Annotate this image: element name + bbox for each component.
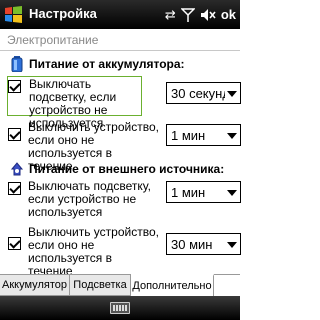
group-battery-heading: Питание от аккумулятора:	[10, 56, 185, 72]
battery-backlight-label[interactable]: Выключать подсветку, если устройство не …	[7, 76, 142, 130]
tab-battery[interactable]: Аккумулятор	[0, 275, 70, 296]
bottom-bar	[0, 296, 240, 320]
external-backlight-label[interactable]: Выключать подсветку, если устройство не …	[26, 179, 161, 219]
volume-off-icon[interactable]	[200, 8, 216, 22]
external-backlight-checkbox[interactable]	[8, 182, 21, 195]
chevron-down-icon	[227, 190, 237, 196]
battery-shutdown-dropdown[interactable]: 1 мин	[166, 124, 241, 146]
chevron-down-icon	[227, 133, 237, 139]
power-plug-icon	[10, 162, 24, 176]
settings-content: Питание от аккумулятора: Выключать подсв…	[0, 51, 241, 278]
ok-button[interactable]: ok	[221, 7, 236, 22]
battery-backlight-row: Выключать подсветку, если устройство не …	[6, 76, 241, 130]
title-bar: Настройка ⇄ ok	[0, 0, 240, 29]
group-external-heading: Питание от внешнего источника:	[10, 161, 224, 177]
external-backlight-value: 1 мин	[171, 185, 206, 200]
group-battery-title: Питание от аккумулятора:	[29, 57, 185, 71]
battery-shutdown-value: 1 мин	[171, 128, 206, 143]
battery-shutdown-label[interactable]: Выключить устройство, если оно не исполь…	[26, 120, 161, 173]
group-external-title: Питание от внешнего источника:	[29, 162, 225, 176]
external-shutdown-dropdown[interactable]: 30 мин	[166, 233, 241, 255]
page-header: Электропитание	[0, 29, 240, 51]
page-title: Электропитание	[7, 33, 99, 47]
tab-advanced[interactable]: Дополнительно	[131, 274, 214, 296]
status-icons: ⇄ ok	[165, 4, 236, 25]
battery-shutdown-checkbox[interactable]	[8, 128, 21, 141]
external-shutdown-row: Выключить устройство, если оно не исполь…	[6, 225, 241, 278]
external-shutdown-label[interactable]: Выключить устройство, если оно не исполь…	[26, 225, 161, 278]
tab-backlight[interactable]: Подсветка	[70, 275, 131, 296]
signal-icon[interactable]	[180, 7, 195, 23]
battery-icon	[11, 56, 23, 72]
battery-backlight-dropdown[interactable]: 30 секунд	[166, 82, 241, 104]
external-backlight-row: Выключать подсветку, если устройство не …	[6, 179, 241, 219]
window-title: Настройка	[29, 6, 97, 21]
battery-shutdown-row: Выключить устройство, если оно не исполь…	[6, 120, 241, 173]
chevron-down-icon	[227, 242, 237, 248]
chevron-down-icon	[227, 91, 237, 97]
connectivity-icon[interactable]: ⇄	[165, 8, 176, 21]
external-shutdown-checkbox[interactable]	[8, 237, 21, 250]
external-backlight-dropdown[interactable]: 1 мин	[166, 181, 241, 203]
tab-strip: Аккумулятор Подсветка Дополнительно	[0, 274, 240, 296]
battery-backlight-value: 30 секунд	[171, 86, 225, 101]
keyboard-icon[interactable]	[110, 302, 130, 314]
windows-start-icon[interactable]	[4, 5, 23, 24]
external-shutdown-value: 30 мин	[171, 237, 213, 252]
